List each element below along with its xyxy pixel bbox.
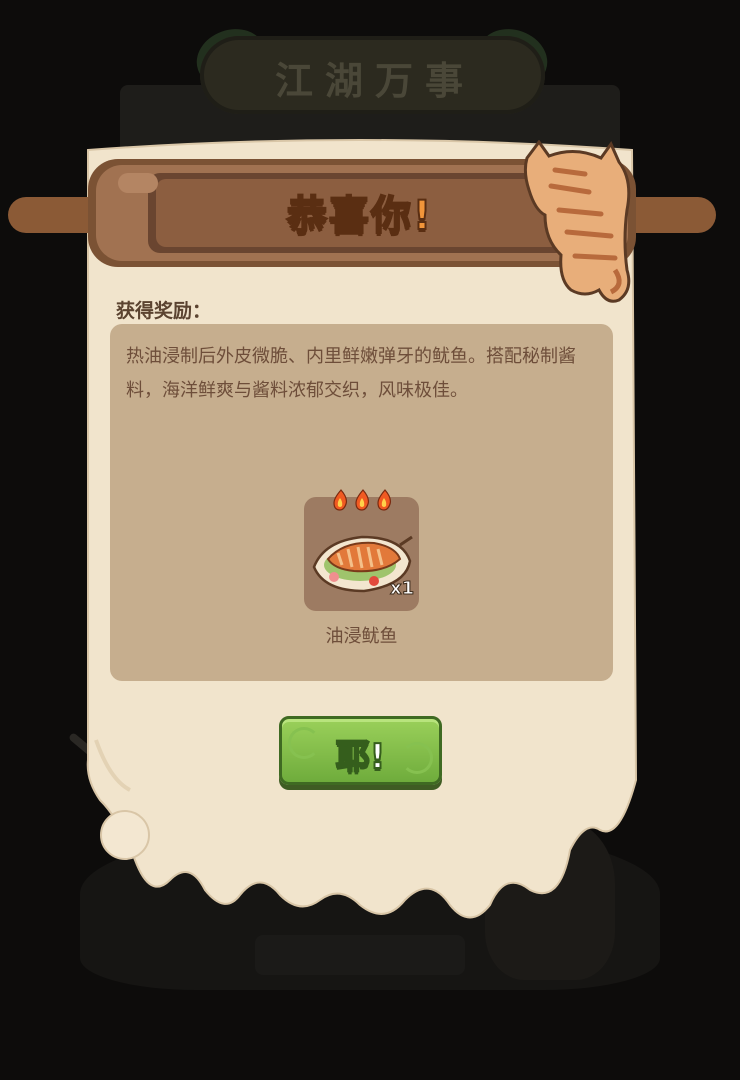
fire-icon [355, 489, 370, 511]
fire-icon [377, 489, 392, 511]
reward-description: 热油浸制后外皮微脆、内里鲜嫩弹牙的鱿鱼。搭配秘制酱料，海洋鲜爽与酱料浓郁交织，风… [126, 346, 576, 401]
confirm-button[interactable]: 耶! [279, 716, 442, 785]
fire-icon [333, 489, 348, 511]
reward-item-quantity: x1 [389, 578, 415, 600]
fire-rating [333, 489, 392, 511]
dialog-title: 恭喜你! [286, 192, 434, 240]
reward-dialog: 恭喜你! 获得奖励： 热油浸制后外皮微脆、内里鲜嫩弹牙的鱿鱼。搭配秘制酱料，海洋… [0, 0, 740, 1080]
reward-heading: 获得奖励： [116, 300, 212, 322]
reward-item-name: 油浸鱿鱼 [325, 626, 398, 647]
confirm-button-label: 耶! [335, 736, 387, 778]
